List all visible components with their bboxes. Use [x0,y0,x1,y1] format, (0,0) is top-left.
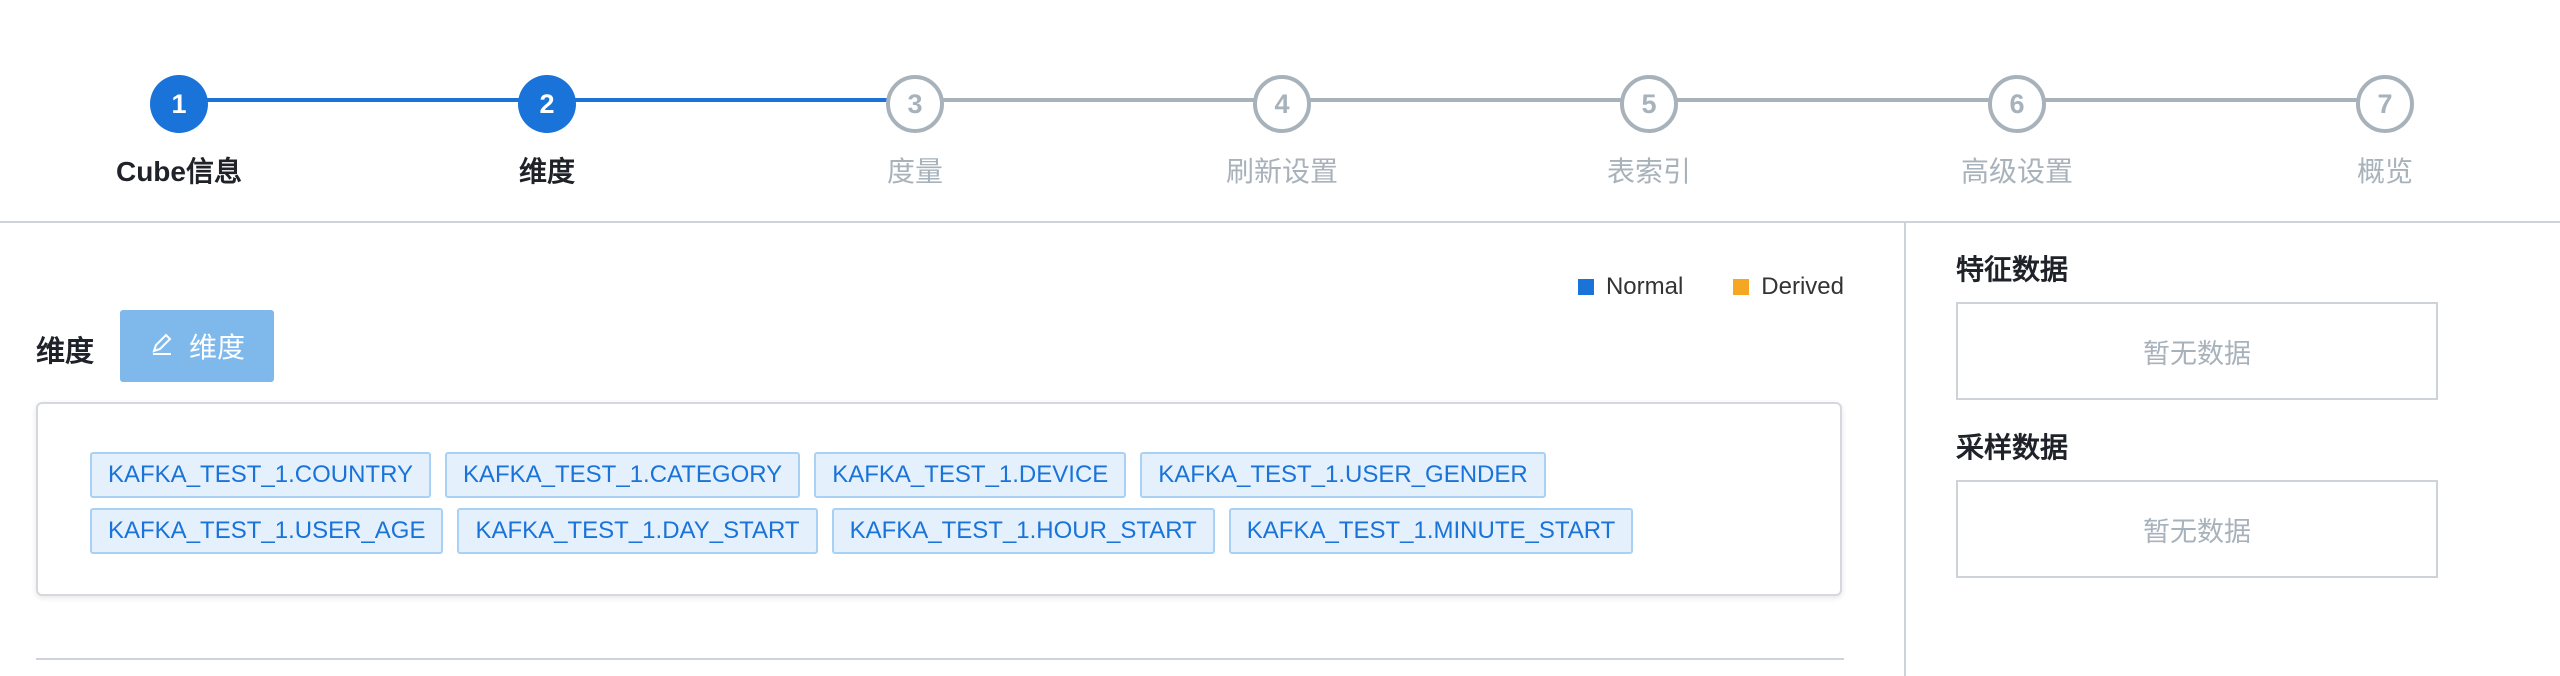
sample-data-empty-text: 暂无数据 [2143,516,2251,547]
step-number-5: 5 [1620,75,1678,133]
legend-normal-swatch [1577,279,1594,295]
dimension-tag[interactable]: KAFKA_TEST_1.CATEGORY [444,452,801,498]
legend-normal-label: Normal [1605,273,1684,300]
feature-data-empty-text: 暂无数据 [2143,338,2251,369]
step-label-7: 概览 [2356,156,2413,187]
step-table-index[interactable]: 5 表索引 [1549,75,1749,190]
feature-data-box: 暂无数据 [1956,302,2438,400]
step-advanced-settings[interactable]: 6 高级设置 [1917,75,2117,190]
wizard-stepper: 1 Cube信息 2 维度 3 度量 4 刷新设置 5 表索引 6 高级设置 7… [0,0,2560,222]
step-measures[interactable]: 3 度量 [815,75,1015,190]
step-refresh-settings[interactable]: 4 刷新设置 [1182,75,1382,190]
step-cube-info[interactable]: 1 Cube信息 [79,75,279,190]
dimension-tag[interactable]: KAFKA_TEST_1.COUNTRY [90,452,431,498]
step-number-1: 1 [150,75,208,133]
edit-dimensions-button-label: 维度 [188,332,245,363]
step-label-4: 刷新设置 [1225,156,1338,187]
step-label-1: Cube信息 [115,156,242,187]
legend-derived-label: Derived [1761,273,1844,300]
dimension-tag[interactable]: KAFKA_TEST_1.DEVICE [814,452,1127,498]
dimension-tag[interactable]: KAFKA_TEST_1.DAY_START [457,508,818,554]
edit-dimensions-button[interactable]: 维度 [120,310,274,382]
legend-derived-swatch [1733,279,1750,295]
step-label-5: 表索引 [1606,156,1691,187]
stepper-divider [0,221,2560,223]
sample-data-box: 暂无数据 [1956,480,2438,578]
dimension-tags-row-2: KAFKA_TEST_1.USER_AGE KAFKA_TEST_1.DAY_S… [90,508,1634,554]
dimension-tag[interactable]: KAFKA_TEST_1.HOUR_START [831,508,1215,554]
step-number-6: 6 [1988,75,2046,133]
feature-data-title: 特征数据 [1956,254,2069,285]
sample-data-title: 采样数据 [1956,432,2069,463]
dimension-legend: Normal Derived [1540,273,1844,301]
legend-normal: Normal [1577,273,1684,301]
edit-icon [149,330,175,363]
step-number-4: 4 [1253,75,1311,133]
step-label-3: 度量 [886,156,943,187]
dimension-tags-row-1: KAFKA_TEST_1.COUNTRY KAFKA_TEST_1.CATEGO… [90,452,1546,498]
legend-derived: Derived [1733,273,1844,301]
step-number-2: 2 [518,75,576,133]
step-number-3: 3 [886,75,944,133]
panel-divider [1904,223,1906,676]
dimension-tag[interactable]: KAFKA_TEST_1.USER_AGE [90,508,444,554]
step-label-2: 维度 [518,156,575,187]
dimension-tag[interactable]: KAFKA_TEST_1.MINUTE_START [1228,508,1634,554]
dimension-tags-container: KAFKA_TEST_1.COUNTRY KAFKA_TEST_1.CATEGO… [36,402,1842,596]
dimensions-label: 维度 [36,336,95,368]
step-dimensions[interactable]: 2 维度 [447,75,647,190]
section-divider [36,658,1844,660]
dimension-tag[interactable]: KAFKA_TEST_1.USER_GENDER [1140,452,1546,498]
step-number-7: 7 [2356,75,2414,133]
step-label-6: 高级设置 [1960,156,2073,187]
step-overview[interactable]: 7 概览 [2285,75,2485,190]
